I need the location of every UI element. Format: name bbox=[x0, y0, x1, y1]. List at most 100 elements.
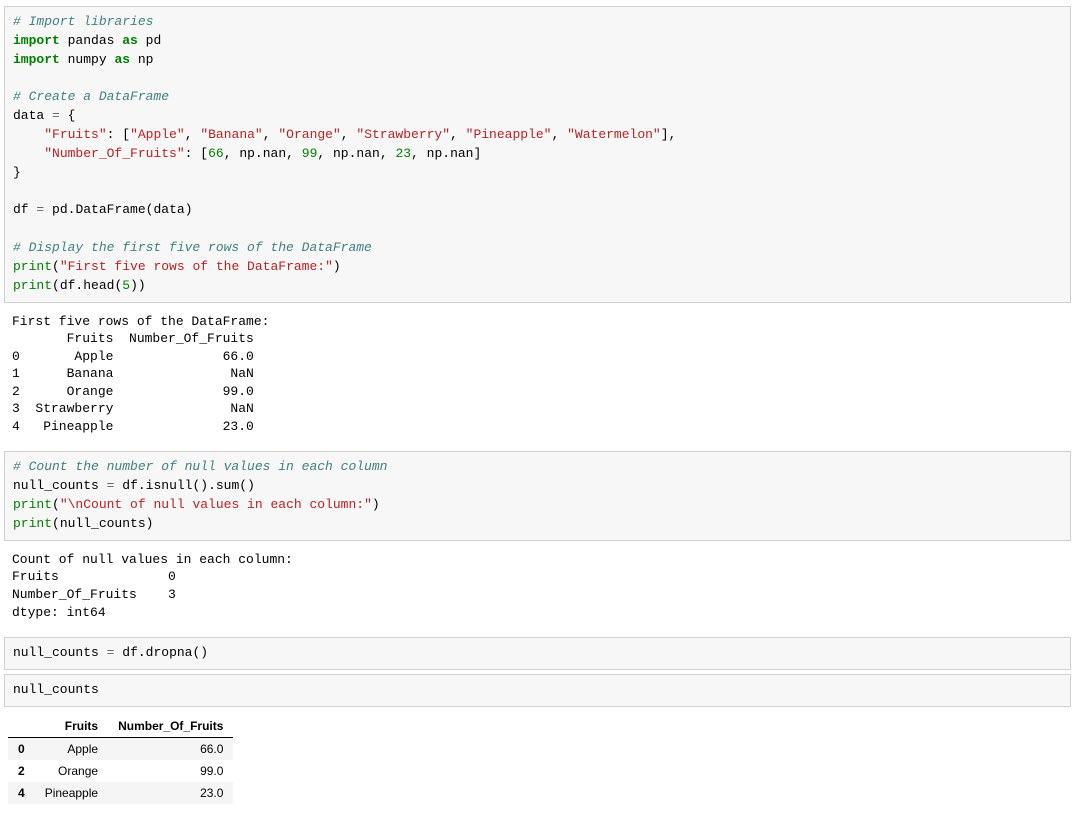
code-cell-1[interactable]: # Import libraries import pandas as pd i… bbox=[4, 6, 1071, 303]
comma: , bbox=[224, 146, 232, 161]
var: null_counts bbox=[13, 682, 99, 697]
row-index: 4 bbox=[8, 782, 35, 804]
out-line: Number_Of_Fruits 3 bbox=[12, 587, 176, 602]
str: "Banana" bbox=[200, 127, 262, 142]
rp: ) bbox=[333, 259, 341, 274]
code-cell-2[interactable]: # Count the number of null values in eac… bbox=[4, 451, 1071, 540]
brk: ] bbox=[661, 127, 669, 142]
mod: numpy bbox=[68, 52, 107, 67]
expr: df.isnull().sum() bbox=[122, 478, 255, 493]
arg: data bbox=[153, 202, 184, 217]
comment: # Create a DataFrame bbox=[13, 89, 169, 104]
out-line: 0 Apple 66.0 bbox=[12, 349, 254, 364]
call: df.head bbox=[60, 278, 115, 293]
op-eq: = bbox=[52, 108, 60, 123]
output-cell-2: Count of null values in each column: Fru… bbox=[4, 545, 1071, 627]
comma: , bbox=[286, 146, 294, 161]
comment: # Count the number of null values in eac… bbox=[13, 459, 387, 474]
expr: np.nan bbox=[427, 146, 474, 161]
kw-as: as bbox=[114, 52, 130, 67]
str: "Number_Of_Fruits" bbox=[44, 146, 184, 161]
op-eq: = bbox=[36, 202, 44, 217]
builtin-print: print bbox=[13, 497, 52, 512]
column-header: Fruits bbox=[35, 715, 108, 738]
brace: { bbox=[68, 108, 76, 123]
cell-fruit: Pineapple bbox=[35, 782, 108, 804]
comma: , bbox=[380, 146, 388, 161]
rp: ) bbox=[138, 278, 146, 293]
brk: [ bbox=[122, 127, 130, 142]
row-index: 0 bbox=[8, 737, 35, 760]
comment: # Display the first five rows of the Dat… bbox=[13, 240, 372, 255]
lp: ( bbox=[52, 278, 60, 293]
kw-import: import bbox=[13, 52, 60, 67]
cell-num: 23.0 bbox=[108, 782, 233, 804]
column-header: Number_Of_Fruits bbox=[108, 715, 233, 738]
rp: ) bbox=[130, 278, 138, 293]
comma: , bbox=[411, 146, 419, 161]
expr: np.nan bbox=[239, 146, 286, 161]
op-eq: = bbox=[107, 478, 115, 493]
table-row: 4 Pineapple 23.0 bbox=[8, 782, 233, 804]
comma: , bbox=[263, 127, 271, 142]
mod: pandas bbox=[68, 33, 115, 48]
out-line: dtype: int64 bbox=[12, 605, 106, 620]
lp: ( bbox=[52, 259, 60, 274]
num: 99 bbox=[302, 146, 318, 161]
row-index: 2 bbox=[8, 760, 35, 782]
rp: ) bbox=[185, 202, 193, 217]
out-line: 2 Orange 99.0 bbox=[12, 384, 254, 399]
str: "Fruits" bbox=[44, 127, 106, 142]
comma: , bbox=[317, 146, 325, 161]
cell-fruit: Orange bbox=[35, 760, 108, 782]
str: "Apple" bbox=[130, 127, 185, 142]
str: "Pineapple" bbox=[466, 127, 552, 142]
code-cell-4[interactable]: null_counts bbox=[4, 674, 1071, 707]
comma: , bbox=[341, 127, 349, 142]
kw-import: import bbox=[13, 33, 60, 48]
var: data bbox=[13, 108, 44, 123]
comment: # Import libraries bbox=[13, 14, 153, 29]
expr: np.nan bbox=[333, 146, 380, 161]
comma: , bbox=[450, 127, 458, 142]
var: null_counts bbox=[13, 478, 99, 493]
out-line: 3 Strawberry NaN bbox=[12, 401, 254, 416]
var: null_counts bbox=[13, 645, 99, 660]
kw-as: as bbox=[122, 33, 138, 48]
out-line: Fruits 0 bbox=[12, 569, 176, 584]
index-header bbox=[8, 715, 35, 738]
var: df bbox=[13, 202, 29, 217]
output-cell-1: First five rows of the DataFrame: Fruits… bbox=[4, 307, 1071, 442]
builtin-print: print bbox=[13, 259, 52, 274]
arg: null_counts bbox=[60, 516, 146, 531]
brk: [ bbox=[200, 146, 208, 161]
str: "Watermelon" bbox=[567, 127, 661, 142]
table-header-row: Fruits Number_Of_Fruits bbox=[8, 715, 233, 738]
num: 5 bbox=[122, 278, 130, 293]
builtin-print: print bbox=[13, 278, 52, 293]
str: "Strawberry" bbox=[356, 127, 450, 142]
dataframe-output: Fruits Number_Of_Fruits 0 Apple 66.0 2 O… bbox=[8, 715, 233, 804]
cell-num: 99.0 bbox=[108, 760, 233, 782]
out-line: Count of null values in each column: bbox=[12, 552, 293, 567]
table-row: 0 Apple 66.0 bbox=[8, 737, 233, 760]
comma: , bbox=[551, 127, 559, 142]
colon: : bbox=[107, 127, 115, 142]
str: "First five rows of the DataFrame:" bbox=[60, 259, 333, 274]
cell-num: 66.0 bbox=[108, 737, 233, 760]
op-eq: = bbox=[107, 645, 115, 660]
out-line: 1 Banana NaN bbox=[12, 366, 254, 381]
builtin-print: print bbox=[13, 516, 52, 531]
alias: np bbox=[138, 52, 154, 67]
brk: ] bbox=[473, 146, 481, 161]
out-line: First five rows of the DataFrame: bbox=[12, 314, 269, 329]
call: pd.DataFrame bbox=[52, 202, 146, 217]
num: 23 bbox=[395, 146, 411, 161]
colon: : bbox=[185, 146, 193, 161]
str: "Orange" bbox=[278, 127, 340, 142]
code-cell-3[interactable]: null_counts = df.dropna() bbox=[4, 637, 1071, 670]
out-line: Fruits Number_Of_Fruits bbox=[12, 331, 254, 346]
brace: } bbox=[13, 165, 21, 180]
out-line: 4 Pineapple 23.0 bbox=[12, 419, 254, 434]
str: "\nCount of null values in each column:" bbox=[60, 497, 372, 512]
